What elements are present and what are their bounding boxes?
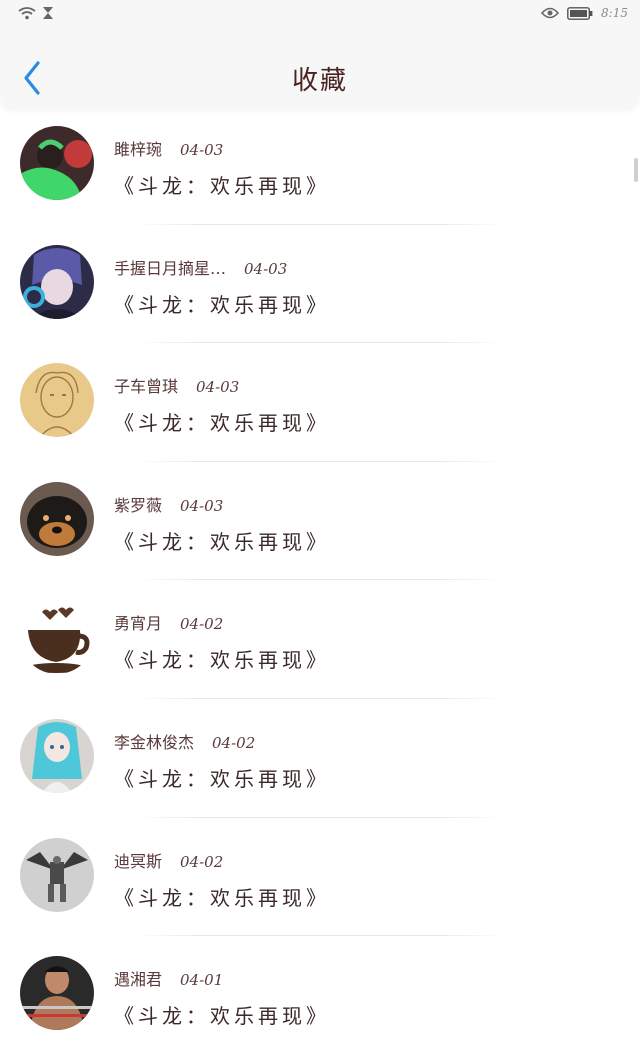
item-date: 04-03 <box>244 259 288 278</box>
work-title[interactable]: 《斗龙：欢乐再现》 <box>114 644 330 673</box>
list-item[interactable]: 雎梓琬 04-03 《斗龙：欢乐再现》 <box>0 112 640 231</box>
avatar-image <box>20 718 94 793</box>
eye-icon <box>541 7 560 19</box>
list-item[interactable]: 紫罗薇 04-03 《斗龙：欢乐再现》 <box>0 468 640 587</box>
avatar-image <box>20 126 94 200</box>
user-name: 李金林俊杰 <box>114 732 195 752</box>
list-item[interactable]: 遇湘君 04-01 《斗龙：欢乐再现》 <box>0 942 640 1061</box>
page-title: 收藏 <box>291 66 348 96</box>
header-bar: 收藏 <box>0 30 640 110</box>
avatar-image <box>20 600 94 675</box>
item-meta: 迪冥斯 04-02 <box>114 848 223 872</box>
item-date: 04-03 <box>180 141 224 159</box>
item-date: 04-01 <box>180 971 224 990</box>
work-title[interactable]: 《斗龙：欢乐再现》 <box>114 1000 330 1029</box>
divider <box>132 816 508 818</box>
status-time: 8:15 <box>601 6 628 20</box>
avatar[interactable] <box>20 600 94 675</box>
avatar[interactable] <box>20 126 94 200</box>
avatar-image <box>20 956 94 1031</box>
divider <box>132 223 508 225</box>
item-date: 04-02 <box>180 852 224 871</box>
scrollbar[interactable] <box>634 158 638 182</box>
list-item[interactable]: 李金林俊杰 04-02 《斗龙：欢乐再现》 <box>0 705 640 824</box>
avatar-image <box>20 363 94 438</box>
item-date: 04-02 <box>180 615 224 634</box>
user-name: 遇湘君 <box>114 970 163 990</box>
user-name: 紫罗薇 <box>114 495 163 515</box>
status-left <box>18 6 54 20</box>
user-name: 勇宵月 <box>114 614 163 634</box>
avatar-image <box>20 244 94 319</box>
list-item[interactable]: 手握日月摘星… 04-03 《斗龙：欢乐再现》 <box>0 231 640 350</box>
avatar[interactable] <box>20 244 94 319</box>
avatar[interactable] <box>20 956 94 1031</box>
work-title[interactable]: 《斗龙：欢乐再现》 <box>114 763 330 792</box>
list-item[interactable]: 勇宵月 04-02 《斗龙：欢乐再现》 <box>0 586 640 705</box>
item-date: 04-02 <box>212 733 256 752</box>
item-date: 04-03 <box>180 496 224 515</box>
item-meta: 勇宵月 04-02 <box>114 610 223 634</box>
work-title[interactable]: 《斗龙：欢乐再现》 <box>114 289 330 318</box>
item-meta: 遇湘君 04-01 <box>114 966 223 990</box>
avatar[interactable] <box>20 481 94 556</box>
divider <box>132 342 508 344</box>
avatar-image <box>20 481 94 556</box>
work-title[interactable]: 《斗龙：欢乐再现》 <box>114 407 330 436</box>
user-name: 手握日月摘星… <box>114 258 227 278</box>
divider <box>132 579 508 581</box>
avatar[interactable] <box>20 363 94 438</box>
user-name: 雎梓琬 <box>114 140 163 159</box>
work-title[interactable]: 《斗龙：欢乐再现》 <box>114 170 330 199</box>
status-bar: 8:15 <box>0 0 640 30</box>
item-meta: 手握日月摘星… 04-03 <box>114 255 287 279</box>
hourglass-icon <box>43 7 53 19</box>
user-name: 迪冥斯 <box>114 851 163 871</box>
divider <box>132 460 508 462</box>
item-date: 04-03 <box>196 378 240 397</box>
item-meta: 李金林俊杰 04-02 <box>114 729 255 753</box>
divider <box>132 697 508 699</box>
work-title[interactable]: 《斗龙：欢乐再现》 <box>114 882 330 911</box>
avatar[interactable] <box>20 837 94 912</box>
battery-icon <box>567 6 593 20</box>
item-meta: 子车曾琪 04-03 <box>114 373 239 397</box>
list-item[interactable]: 子车曾琪 04-03 《斗龙：欢乐再现》 <box>0 349 640 468</box>
divider <box>132 935 508 937</box>
user-name: 子车曾琪 <box>114 377 179 397</box>
item-meta: 紫罗薇 04-03 <box>114 492 223 516</box>
work-title[interactable]: 《斗龙：欢乐再现》 <box>114 526 330 555</box>
list-item[interactable]: 迪冥斯 04-02 《斗龙：欢乐再现》 <box>0 824 640 943</box>
status-right: 8:15 <box>541 6 628 20</box>
avatar-image <box>20 837 94 912</box>
wifi-icon <box>18 7 36 20</box>
item-meta: 雎梓琬 04-03 <box>114 136 223 160</box>
avatar[interactable] <box>20 718 94 793</box>
favorites-list: 雎梓琬 04-03 《斗龙：欢乐再现》 手握日月摘星… 04-03 《斗龙：欢乐再现… <box>0 112 640 1061</box>
